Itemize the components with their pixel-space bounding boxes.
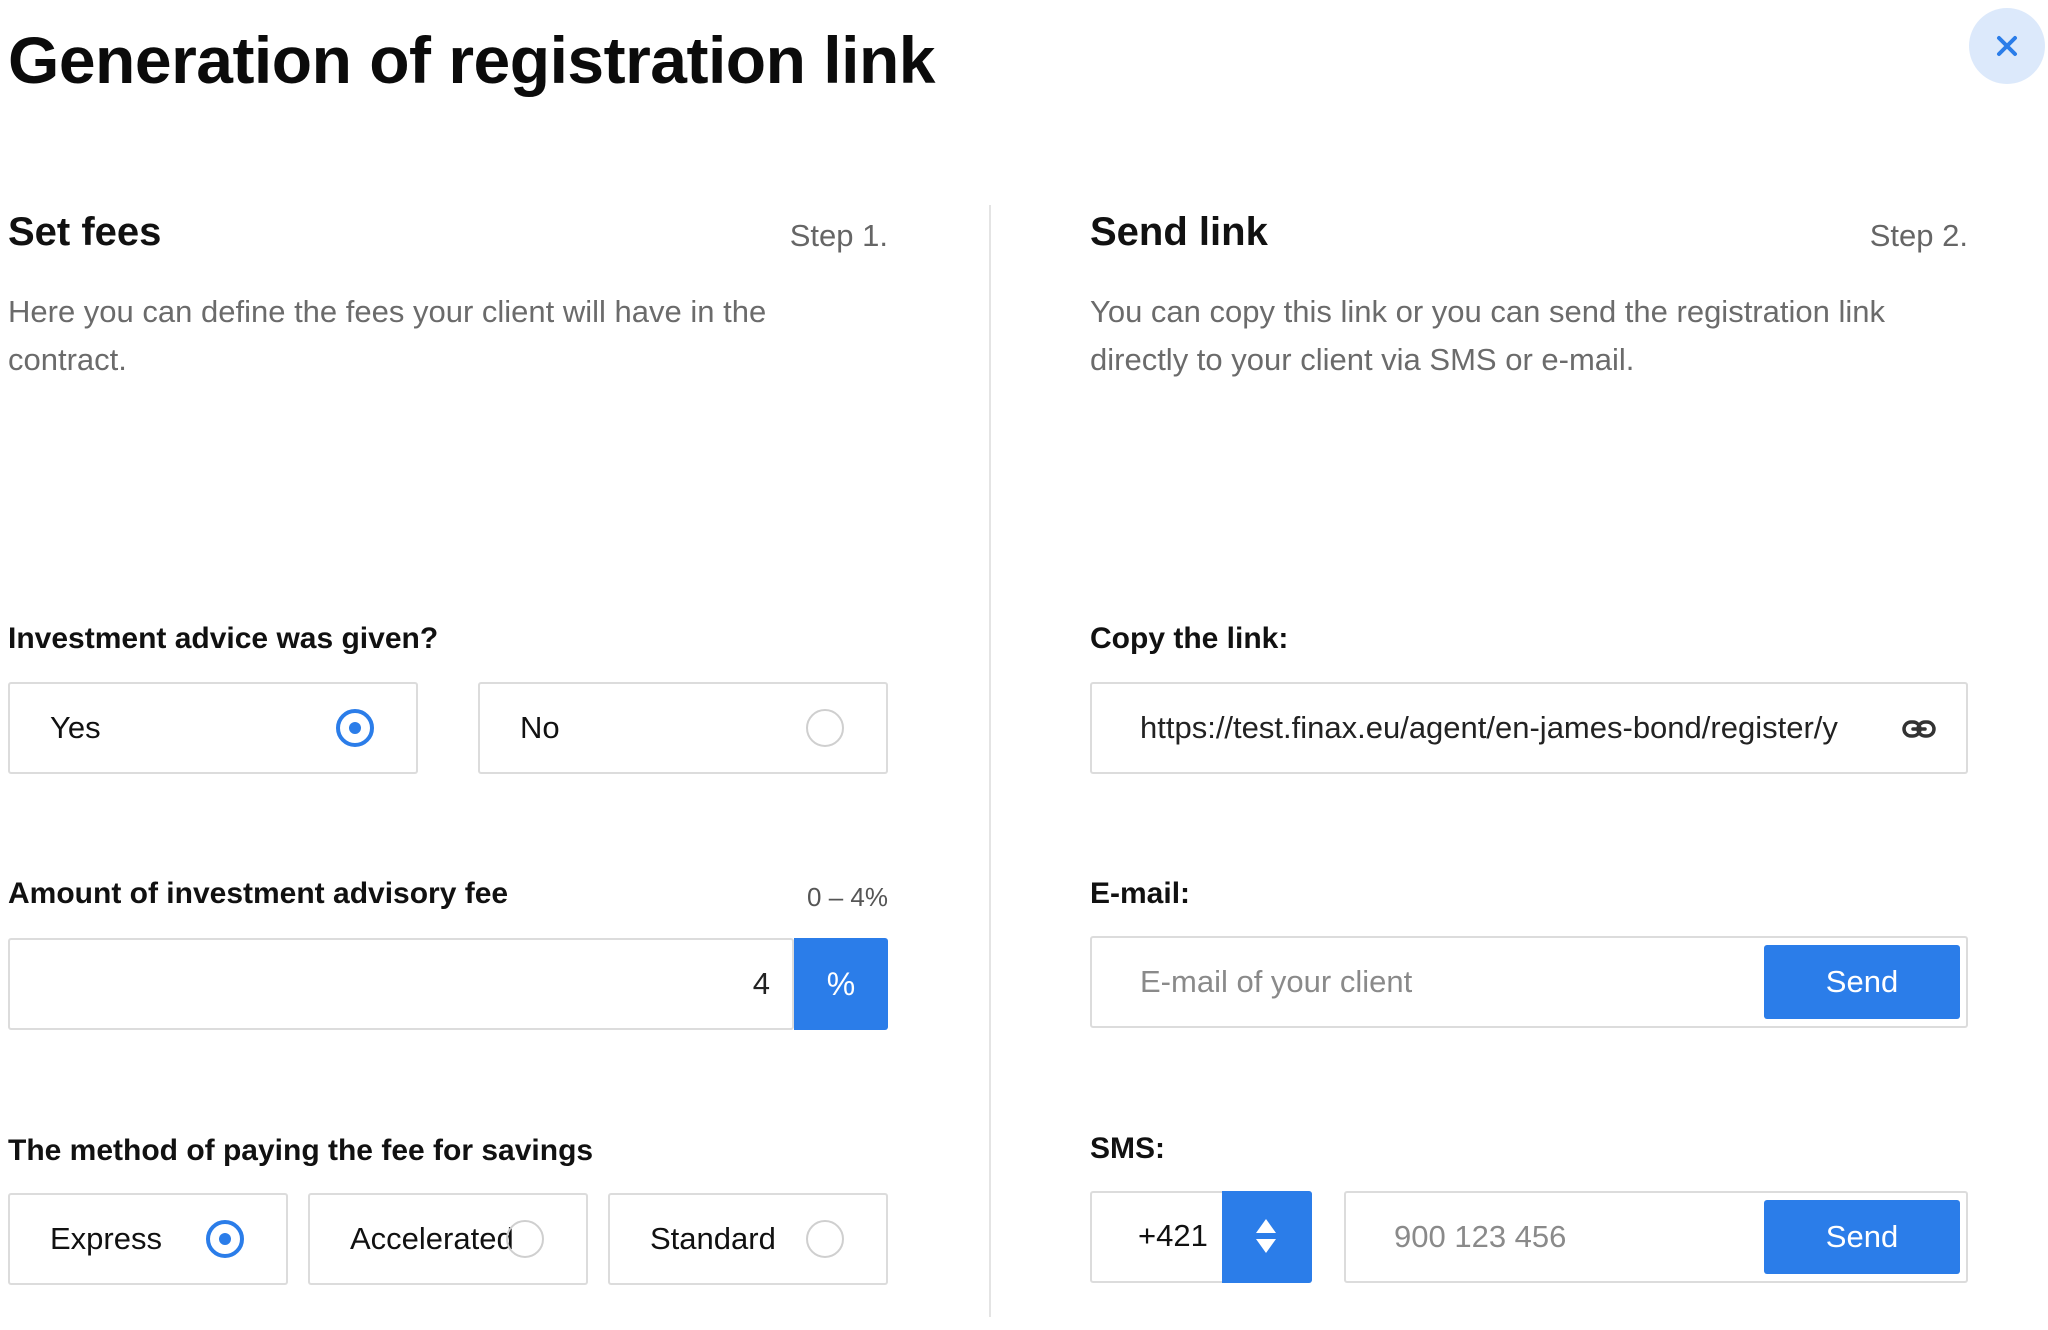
phone-field-group: Send (1344, 1191, 1968, 1283)
phone-input[interactable] (1392, 1193, 1752, 1281)
sms-label: SMS: (1090, 1132, 1165, 1165)
email-send-button[interactable]: Send (1764, 945, 1960, 1019)
method-option-standard[interactable]: Standard (608, 1193, 888, 1285)
section-title: Set fees (8, 210, 162, 254)
section-description: You can copy this link or you can send t… (1090, 294, 1885, 377)
sort-arrows-icon (1256, 1219, 1276, 1253)
advice-option-yes[interactable]: Yes (8, 682, 418, 774)
section-title: Send link (1090, 210, 1268, 254)
country-code-select[interactable]: +421 (1090, 1191, 1312, 1283)
country-code-toggle[interactable] (1222, 1191, 1312, 1283)
country-code-value: +421 (1138, 1218, 1208, 1253)
option-label: Standard (650, 1221, 776, 1256)
email-label: E-mail: (1090, 877, 1191, 910)
option-label: Accelerated (350, 1221, 514, 1256)
radio-unselected[interactable] (806, 709, 844, 747)
sms-send-button[interactable]: Send (1764, 1200, 1960, 1274)
method-option-accelerated[interactable]: Accelerated (308, 1193, 588, 1285)
column-divider (989, 205, 991, 1317)
radio-unselected[interactable] (806, 1220, 844, 1258)
radio-selected[interactable] (206, 1220, 244, 1258)
radio-unselected[interactable] (506, 1220, 544, 1258)
email-input[interactable] (1138, 938, 1738, 1026)
close-button[interactable] (1969, 8, 2045, 84)
step-label: Step 1. (789, 218, 888, 253)
advice-option-no[interactable]: No (478, 682, 888, 774)
section-description: Here you can define the fees your client… (8, 294, 767, 377)
option-label: No (520, 710, 560, 745)
advice-label: Investment advice was given? (8, 622, 439, 655)
fee-input-wrapper (8, 938, 794, 1030)
email-field-group: Send (1090, 936, 1968, 1028)
radio-selected[interactable] (336, 709, 374, 747)
option-label: Yes (50, 710, 101, 745)
fee-range-hint: 0 – 4% (807, 882, 888, 912)
method-option-express[interactable]: Express (8, 1193, 288, 1285)
payment-method-label: The method of paying the fee for savings (8, 1134, 594, 1167)
registration-link-input[interactable] (1138, 684, 1888, 772)
copy-link-label: Copy the link: (1090, 622, 1289, 655)
advisory-fee-label: Amount of investment advisory fee (8, 877, 509, 910)
option-label: Express (50, 1221, 162, 1256)
fee-unit-addon: % (794, 938, 888, 1030)
close-icon (1997, 36, 2017, 56)
copy-link-field (1090, 682, 1968, 774)
link-icon[interactable] (1902, 714, 1936, 744)
step-label: Step 2. (1869, 218, 1968, 253)
page-title: Generation of registration link (8, 23, 935, 97)
fee-input[interactable] (10, 940, 770, 1028)
